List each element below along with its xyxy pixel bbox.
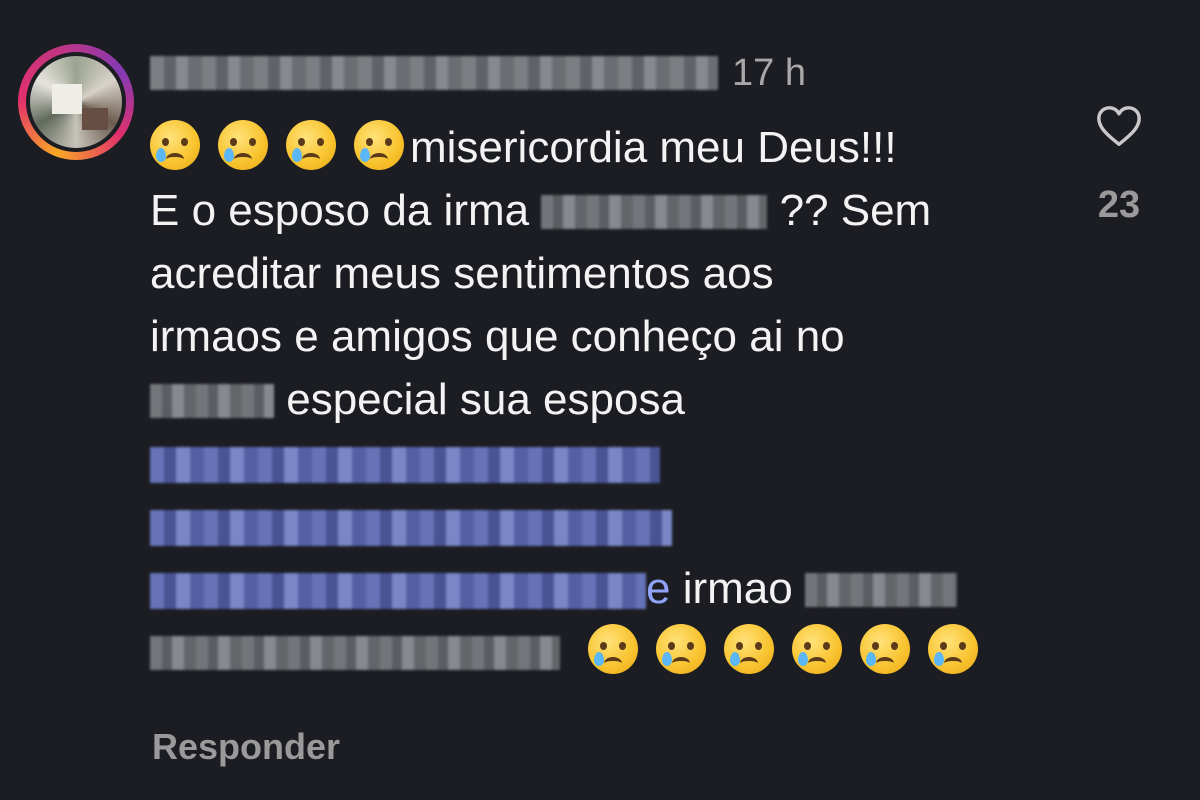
crying-face-emoji-icon bbox=[286, 120, 336, 170]
comment-line-3: acreditar meus sentimentos aos bbox=[150, 242, 1040, 305]
like-section: 23 bbox=[1086, 104, 1152, 227]
reply-button[interactable]: Responder bbox=[152, 726, 340, 768]
comment-text: irmaos e amigos que conheço ai no bbox=[150, 312, 845, 361]
comment-line-7 bbox=[150, 494, 1040, 557]
avatar-story-ring[interactable] bbox=[18, 44, 134, 160]
mention-redacted[interactable] bbox=[150, 447, 660, 483]
like-count: 23 bbox=[1097, 184, 1141, 226]
redacted-name bbox=[541, 195, 768, 229]
redacted-place bbox=[150, 384, 274, 418]
comment-text: misericordia meu Deus!!! bbox=[410, 123, 897, 172]
redacted-name bbox=[804, 573, 957, 607]
mention-redacted[interactable] bbox=[150, 510, 672, 546]
comment-text: irmao bbox=[682, 564, 793, 613]
comment-line-1: misericordia meu Deus!!! bbox=[150, 116, 1040, 179]
comment-line-6 bbox=[150, 431, 1040, 494]
comment-line-9 bbox=[150, 620, 1040, 683]
crying-face-emoji-icon bbox=[588, 624, 639, 674]
crying-face-emoji-icon bbox=[928, 624, 979, 674]
comment-container: 17 h misericordia meu Deus!!! E o esposo… bbox=[0, 0, 1200, 800]
comment-line-2: E o esposo da irma ?? Sem bbox=[150, 179, 1040, 242]
redacted-text bbox=[150, 636, 560, 670]
comment-line-4: irmaos e amigos que conheço ai no bbox=[150, 305, 1040, 368]
avatar[interactable] bbox=[26, 52, 126, 152]
comment-line-5: especial sua esposa bbox=[150, 368, 1040, 431]
heart-icon[interactable] bbox=[1096, 104, 1142, 148]
comment-text: E o esposo da irma bbox=[150, 186, 530, 235]
username-redacted[interactable] bbox=[150, 56, 718, 90]
comment-line-8: e irmao bbox=[150, 557, 1040, 620]
comment-header: 17 h bbox=[150, 50, 806, 96]
crying-face-emoji-icon bbox=[218, 120, 268, 170]
crying-face-emoji-icon bbox=[656, 624, 707, 674]
mention-redacted[interactable] bbox=[150, 573, 646, 609]
avatar-image-pixelated bbox=[30, 56, 122, 148]
comment-text: acreditar meus sentimentos aos bbox=[150, 249, 774, 298]
crying-face-emoji-icon bbox=[860, 624, 911, 674]
crying-face-emoji-icon bbox=[150, 120, 200, 170]
comment-body: misericordia meu Deus!!! E o esposo da i… bbox=[150, 116, 1040, 683]
comment-text: especial sua esposa bbox=[286, 375, 685, 424]
crying-face-emoji-icon bbox=[354, 120, 404, 170]
crying-face-emoji-icon bbox=[724, 624, 775, 674]
comment-timestamp: 17 h bbox=[732, 51, 806, 94]
comment-text: ?? Sem bbox=[779, 186, 932, 235]
crying-face-emoji-icon bbox=[792, 624, 843, 674]
mention-tail[interactable]: e bbox=[646, 564, 670, 613]
